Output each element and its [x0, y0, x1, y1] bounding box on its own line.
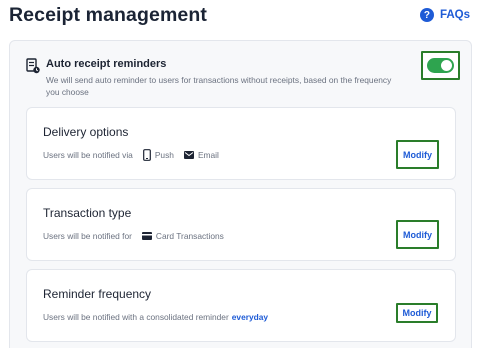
modify-reminder-frequency-button[interactable]: Modify — [398, 308, 436, 318]
delivery-options-lead: Users will be notified via — [43, 150, 133, 160]
delivery-options-card: Delivery options Users will be notified … — [26, 107, 456, 180]
mail-icon — [183, 151, 194, 159]
receipt-management-page: Receipt management ? FAQs Auto receipt r… — [0, 0, 480, 348]
transaction-type-lead: Users will be notified for — [43, 231, 132, 241]
receipt-settings-card: Auto receipt reminders We will send auto… — [9, 40, 472, 348]
card-icon — [141, 232, 152, 240]
delivery-option-email: Email — [183, 150, 219, 160]
reminder-frequency-card: Reminder frequency Users will be notifie… — [26, 269, 456, 342]
reminder-frequency-title: Reminder frequency — [43, 287, 152, 301]
transaction-type-summary: Users will be notified for Card Transact… — [43, 230, 234, 242]
delivery-options-summary: Users will be notified via Push Email — [43, 149, 229, 161]
faq-link[interactable]: ? FAQs — [419, 7, 470, 23]
page-header: Receipt management ? FAQs — [0, 0, 480, 38]
delivery-option-push: Push — [142, 149, 174, 161]
auto-reminders-description: We will send auto reminder to users for … — [46, 75, 392, 97]
auto-reminders-toggle-highlight — [421, 51, 460, 80]
transaction-type-card: Transaction type Users will be notified … — [26, 188, 456, 261]
delivery-option-email-label: Email — [197, 150, 219, 160]
page-title: Receipt management — [9, 4, 207, 26]
auto-reminders-toggle[interactable] — [427, 58, 454, 73]
auto-reminders-row: Auto receipt reminders We will send auto… — [10, 41, 471, 101]
auto-reminders-title: Auto receipt reminders — [46, 58, 167, 70]
transaction-option-card: Card Transactions — [141, 231, 224, 241]
faq-label: FAQs — [439, 9, 470, 21]
modify-delivery-options-button[interactable]: Modify — [399, 149, 436, 160]
modify-highlight: Modify — [396, 140, 439, 169]
toggle-knob — [441, 60, 452, 71]
reminder-frequency-lead: Users will be notified with a consolidat… — [43, 312, 229, 322]
transaction-type-title: Transaction type — [43, 206, 132, 220]
receipt-icon — [26, 58, 40, 74]
reminder-frequency-value: everyday — [231, 312, 269, 322]
reminder-frequency-summary: Users will be notified with a consolidat… — [43, 311, 268, 323]
phone-icon — [142, 149, 151, 161]
help-circle-icon: ? — [419, 8, 434, 22]
transaction-option-card-label: Card Transactions — [155, 231, 224, 241]
delivery-option-push-label: Push — [154, 150, 174, 160]
modify-transaction-type-button[interactable]: Modify — [399, 229, 436, 240]
modify-highlight: Modify — [396, 220, 439, 249]
delivery-options-title: Delivery options — [43, 125, 129, 139]
modify-highlight: Modify — [396, 303, 438, 323]
